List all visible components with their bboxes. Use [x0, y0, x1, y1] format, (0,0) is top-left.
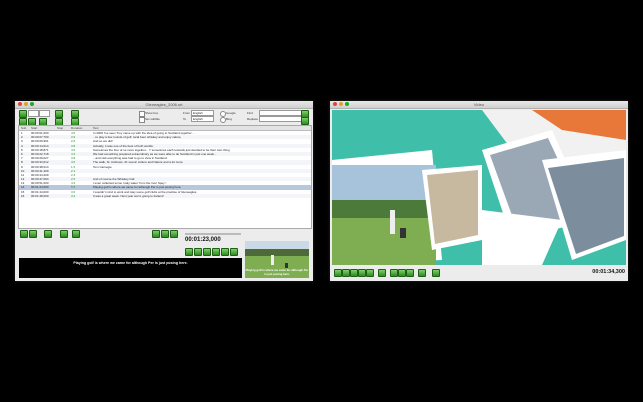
mark-out-icon[interactable] [60, 230, 68, 238]
replace-label: Replace [247, 117, 259, 121]
column-header-sub[interactable]: Sub [21, 126, 26, 130]
video-toggle-icon[interactable] [170, 230, 178, 238]
video-rewind-icon[interactable] [334, 269, 342, 277]
subtitle-preview-text: Playing golf is where we came for althou… [73, 261, 188, 265]
video-mark-in-icon[interactable] [378, 269, 386, 277]
video-title-bar: Video [330, 101, 628, 109]
video-step-forward-icon[interactable] [366, 269, 374, 277]
rewind-icon[interactable] [20, 230, 28, 238]
replace-input[interactable] [259, 116, 302, 122]
set-subtitle-label: Set subtitle [145, 117, 160, 121]
subtitle-preview: Playing golf is where we came for althou… [19, 258, 242, 278]
column-header-stop[interactable]: Stop [57, 126, 63, 130]
column-header-start[interactable]: Start [31, 126, 37, 130]
sync-icon[interactable] [152, 230, 160, 238]
prev-sub-icon[interactable] [212, 248, 220, 256]
play-pause-icon[interactable] [194, 248, 202, 256]
add-subtitle-icon[interactable] [19, 110, 27, 118]
play-icon[interactable] [29, 230, 37, 238]
step-forward-icon[interactable] [203, 248, 211, 256]
step-back-icon[interactable] [185, 248, 193, 256]
video-mark-out-icon[interactable] [390, 269, 398, 277]
mark-in-icon[interactable] [44, 230, 52, 238]
video-play-icon[interactable] [342, 269, 350, 277]
merge-icon[interactable] [55, 110, 63, 118]
current-timecode: 00:01:23,000 [185, 237, 221, 243]
playback-controls [15, 229, 313, 239]
lock-icon[interactable] [161, 230, 169, 238]
find-label: Find [247, 111, 253, 115]
loop-icon[interactable] [72, 230, 80, 238]
row-start-time: 00:01:48,000 [31, 193, 49, 198]
video-loop-icon[interactable] [418, 269, 426, 277]
column-header-text[interactable]: Text [93, 126, 99, 130]
translate-icon[interactable] [71, 110, 79, 118]
toolbar: Show box Set subtitle From English To En… [15, 109, 313, 126]
window-title: Gleneagles_2006.srt [145, 102, 183, 107]
video-window-title: Video [473, 102, 485, 107]
position-slider[interactable] [185, 233, 241, 235]
show-box-label: Show box [145, 111, 159, 115]
row-number: 16 [21, 193, 25, 198]
row-text: It was a great week. Next year we're goi… [93, 193, 164, 198]
table-body: 1 00:00:01,600 4.5 In 2006 I've seen Troy c… [19, 131, 311, 198]
next-sub-icon[interactable] [221, 248, 229, 256]
thumbnail-subtitle: Playing golf is where we came for althou… [245, 268, 309, 276]
subtitle-table: Sub Start Stop Duration Text 1 00:00:01,6… [18, 125, 312, 229]
photo-collage-image [332, 110, 626, 265]
title-bar: Gleneagles_2006.srt [15, 101, 313, 109]
video-fullscreen-icon[interactable] [432, 269, 440, 277]
next-step-button[interactable] [39, 110, 50, 117]
column-header-duration[interactable]: Duration [71, 126, 82, 130]
video-step-back-icon[interactable] [358, 269, 366, 277]
video-thumbnail[interactable]: Playing golf is where we came for althou… [245, 241, 309, 278]
table-row[interactable]: 16 00:01:48,000 3.2 It was a great week. Ne… [19, 193, 311, 198]
replace-button-icon[interactable] [301, 117, 309, 125]
to-label: To [183, 117, 187, 121]
prev-step-button[interactable] [28, 110, 39, 117]
video-pause-icon[interactable] [350, 269, 358, 277]
bing-label: Bing [226, 117, 233, 121]
google-label: Google [226, 111, 236, 115]
row-duration: 3.2 [71, 193, 76, 198]
to-language-select[interactable]: English [191, 116, 214, 122]
video-window: Video 00:01:34,300 [330, 101, 628, 281]
stop-icon[interactable] [230, 248, 238, 256]
video-timecode: 00:01:34,300 [592, 269, 625, 275]
video-frame[interactable] [332, 110, 626, 265]
video-next-sub-icon[interactable] [406, 269, 414, 277]
subtitle-editor-window: Gleneagles_2006.srt Show box Set subtitl… [15, 101, 313, 281]
from-label: From [183, 111, 190, 115]
video-prev-sub-icon[interactable] [398, 269, 406, 277]
